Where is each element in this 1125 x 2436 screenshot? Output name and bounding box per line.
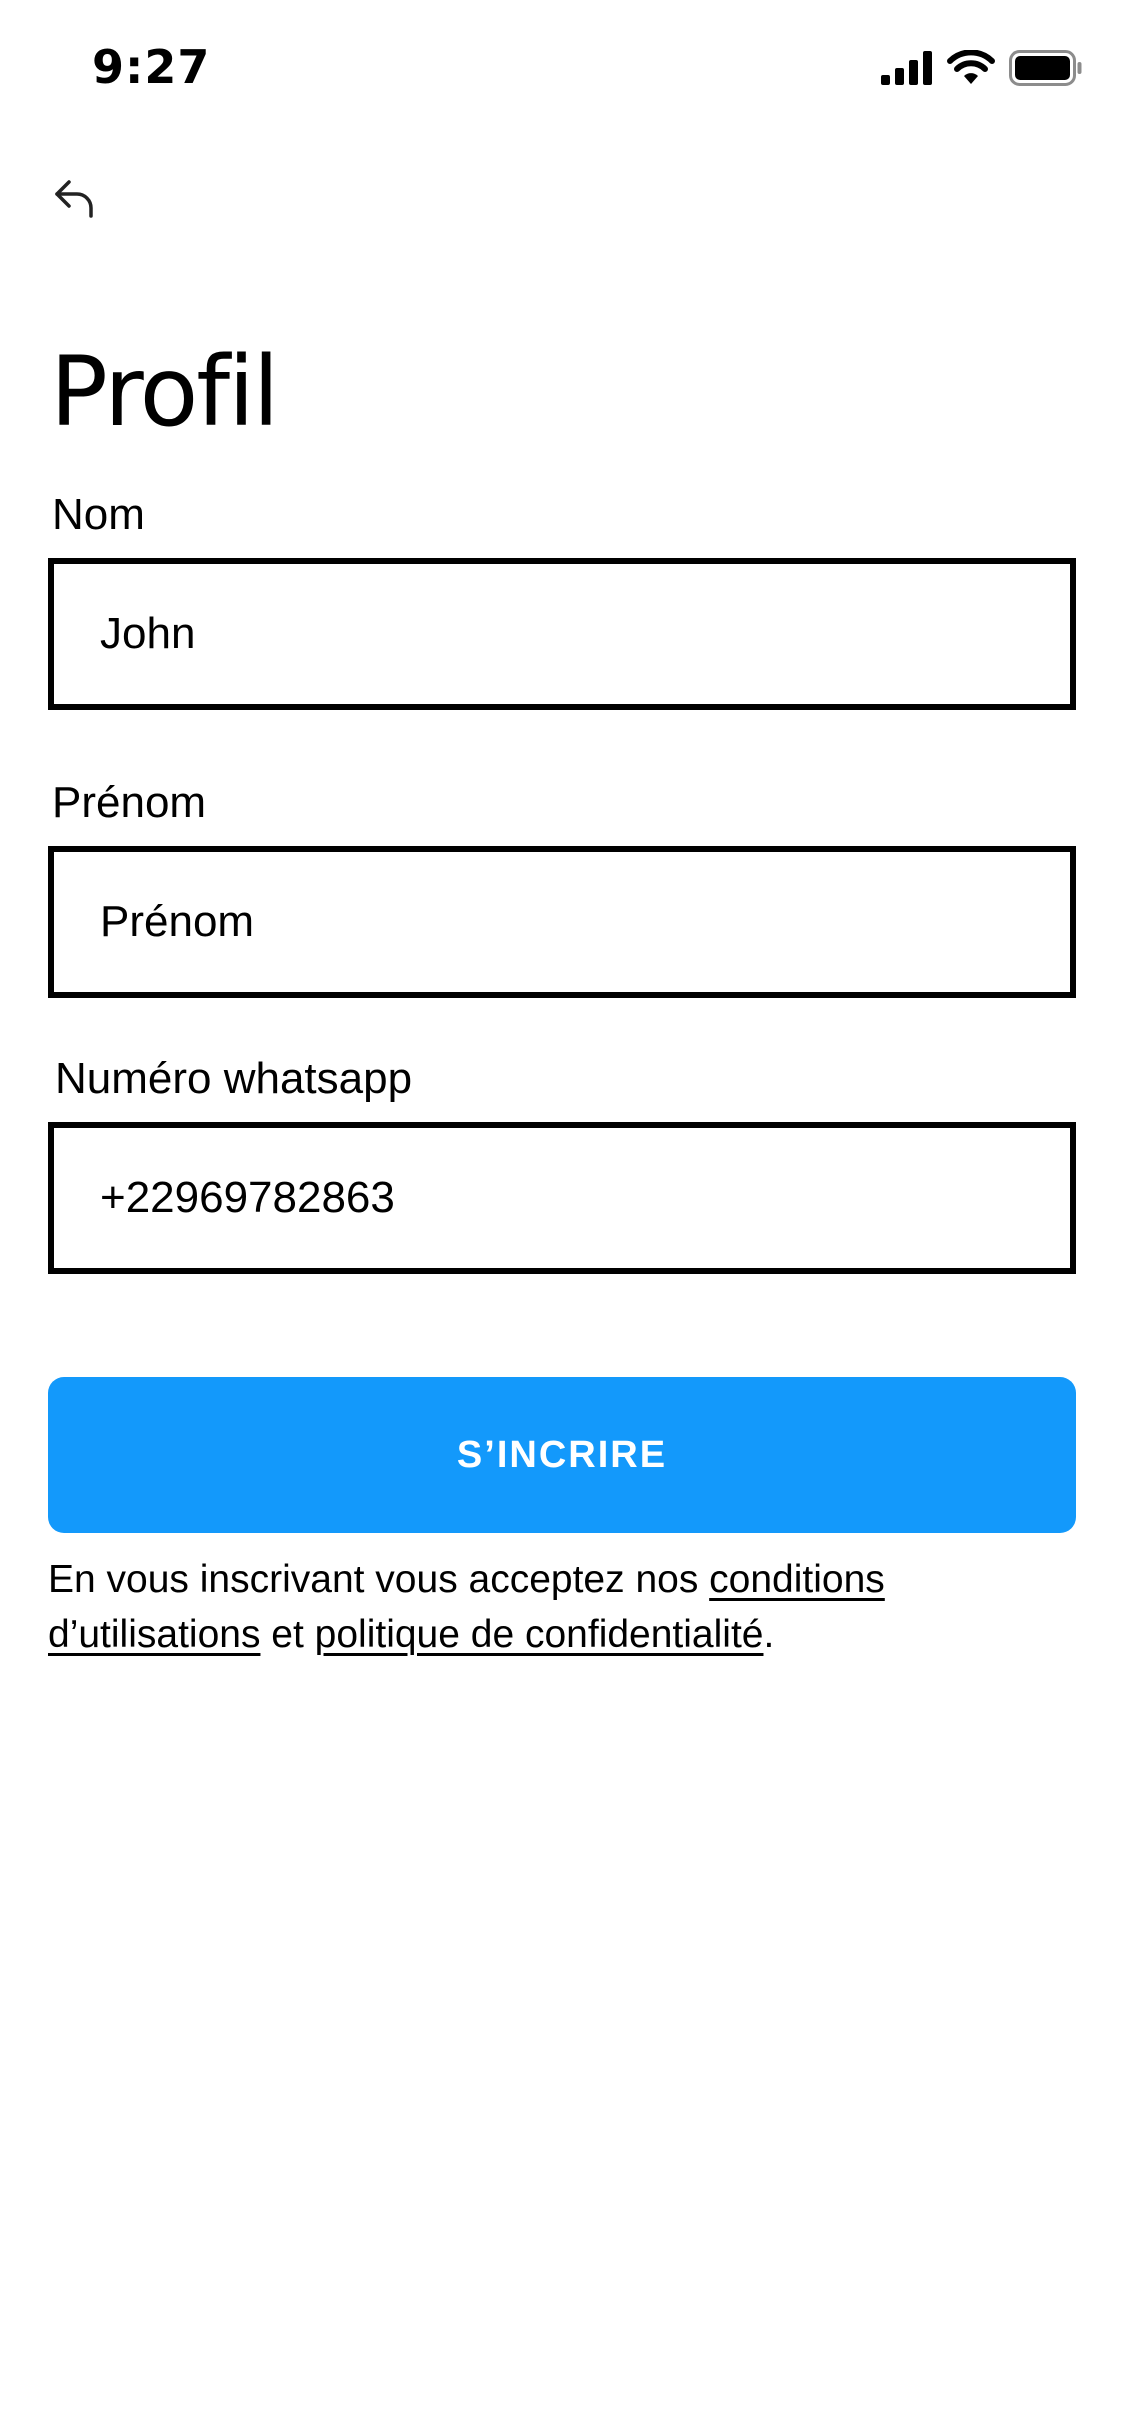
status-icons [881,48,1083,91]
terms-middle: et [260,1613,315,1656]
nom-label: Nom [52,490,145,539]
prenom-input[interactable] [54,852,1070,992]
whatsapp-field [48,1122,1076,1274]
nom-field [48,558,1076,710]
status-bar: 9:27 [0,0,1125,140]
privacy-link[interactable]: politique de confidentialité [315,1613,764,1656]
back-arrow-icon [53,178,97,223]
battery-icon [1009,49,1083,91]
wifi-icon [947,48,995,91]
nom-input[interactable] [54,564,1070,704]
terms-suffix: . [763,1613,775,1656]
terms-prefix: En vous inscrivant vous acceptez nos [48,1558,710,1601]
page-title: Profil [50,336,279,448]
prenom-field [48,846,1076,998]
signup-button[interactable]: S’INCRIRE [48,1377,1076,1533]
status-time: 9:27 [92,40,211,94]
whatsapp-input[interactable] [54,1128,1070,1268]
terms-text: En vous inscrivant vous acceptez nos con… [48,1552,1068,1662]
back-button[interactable] [40,170,110,230]
cellular-signal-icon [881,50,933,90]
whatsapp-label: Numéro whatsapp [55,1054,413,1103]
prenom-label: Prénom [52,778,207,827]
